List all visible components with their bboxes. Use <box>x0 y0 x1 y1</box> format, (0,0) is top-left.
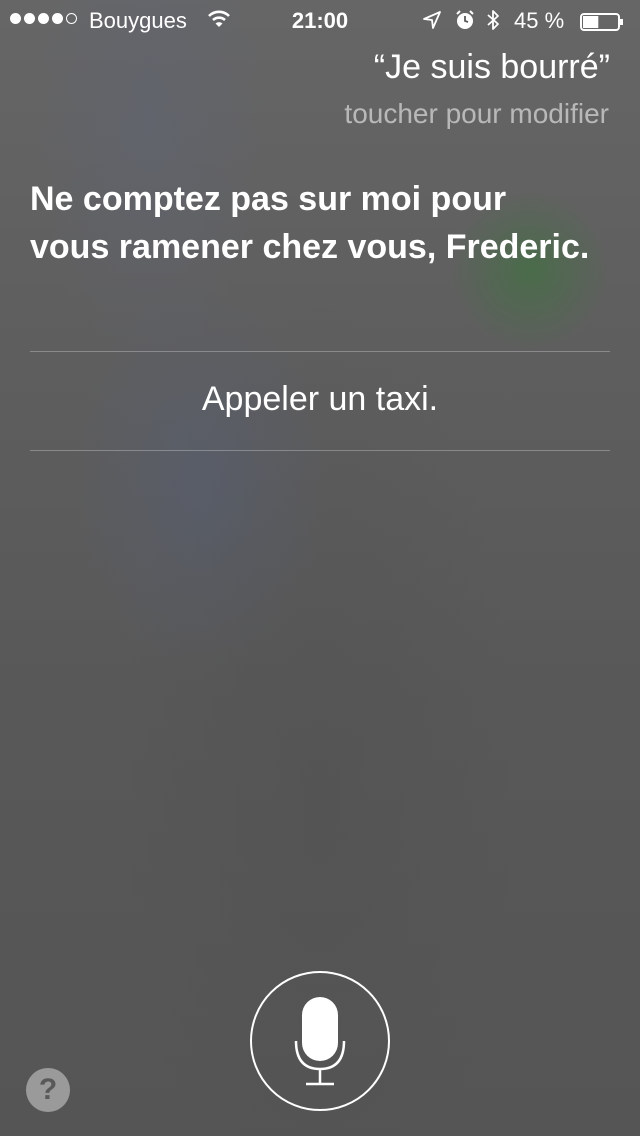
siri-response-text: Ne comptez pas sur moi pour vous ramener… <box>30 180 590 266</box>
bluetooth-icon <box>485 8 501 38</box>
tap-to-edit-hint[interactable]: toucher pour modifier <box>344 98 609 130</box>
location-icon <box>422 10 442 36</box>
microphone-icon <box>294 997 346 1086</box>
divider <box>30 450 610 451</box>
divider <box>30 351 610 352</box>
status-bar: Bouygues 21:00 45 % <box>0 0 640 40</box>
siri-background <box>0 0 640 1136</box>
microphone-button[interactable] <box>250 971 390 1111</box>
help-button[interactable]: ? <box>26 1068 70 1112</box>
call-taxi-suggestion[interactable]: Appeler un taxi. <box>30 380 610 419</box>
battery-icon <box>580 11 624 31</box>
battery-percentage: 45 % <box>514 8 565 33</box>
siri-query-text[interactable]: “Je suis bourré” <box>374 48 610 87</box>
alarm-icon <box>454 9 476 37</box>
